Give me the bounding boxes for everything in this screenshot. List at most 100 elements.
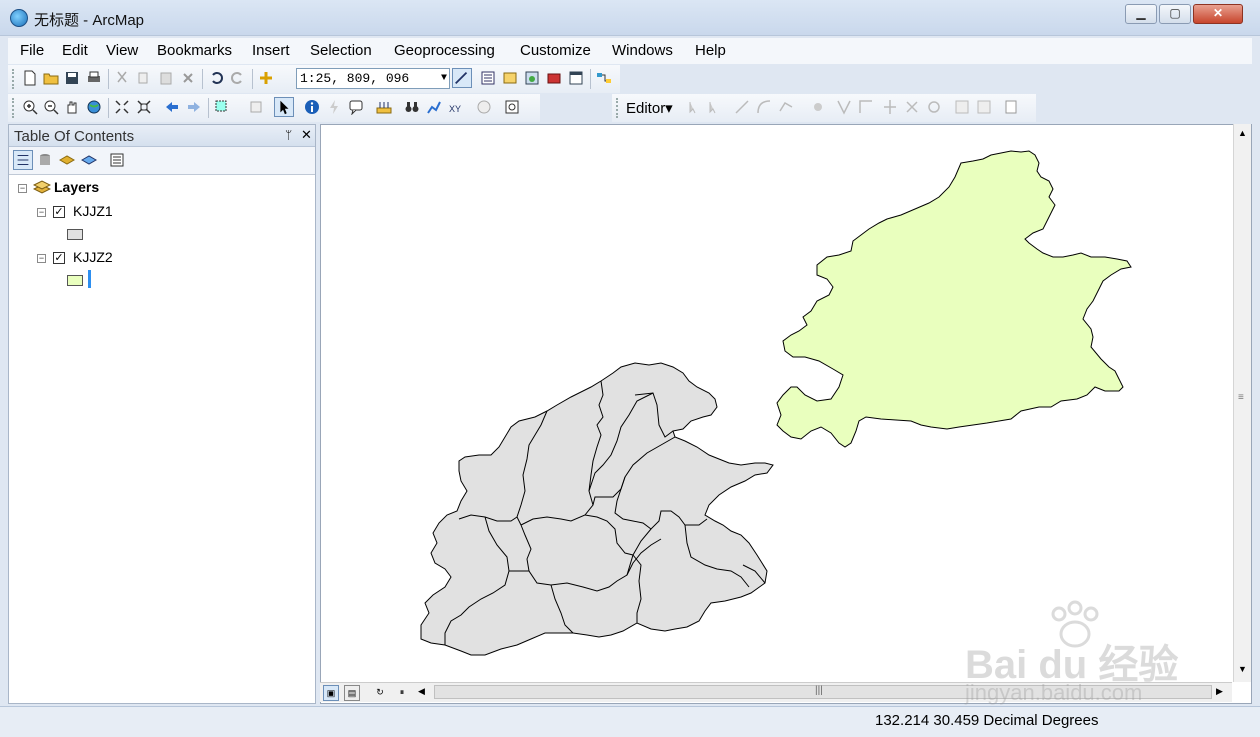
close-button[interactable]: ✕ xyxy=(1193,4,1243,24)
redo-icon[interactable] xyxy=(230,70,246,86)
select-features-icon[interactable] xyxy=(214,99,230,115)
menu-customize[interactable]: Customize xyxy=(520,42,591,59)
fixed-zoom-in-icon[interactable] xyxy=(114,99,130,115)
table-of-contents-icon[interactable] xyxy=(480,70,496,86)
layer-kjjz1-symbol[interactable] xyxy=(67,229,83,240)
full-extent-globe-icon[interactable] xyxy=(86,99,102,115)
menu-bookmarks[interactable]: Bookmarks xyxy=(157,42,232,59)
layer-kjjz1-name[interactable]: KJJZ1 xyxy=(73,203,113,219)
chevron-down-icon[interactable]: ▼ xyxy=(441,69,447,88)
arctoolbox-icon[interactable] xyxy=(546,70,562,86)
zoom-in-icon[interactable] xyxy=(22,99,38,115)
find-binoculars-icon[interactable] xyxy=(404,99,420,115)
reshape-feature-icon[interactable] xyxy=(858,99,874,115)
scroll-left-icon[interactable]: ◀ xyxy=(418,686,425,697)
new-document-icon[interactable] xyxy=(22,70,38,86)
scroll-down-icon[interactable]: ▼ xyxy=(1238,664,1247,674)
find-route-icon[interactable] xyxy=(426,99,442,115)
toolbar-grip[interactable] xyxy=(12,69,16,89)
print-icon[interactable] xyxy=(86,70,102,86)
map-display[interactable] xyxy=(320,124,1252,704)
list-by-selection-icon[interactable] xyxy=(81,152,97,168)
straight-segment-icon[interactable] xyxy=(734,99,750,115)
layer-kjjz2-checkbox[interactable]: ✓ xyxy=(53,252,65,264)
undo-icon[interactable] xyxy=(208,70,224,86)
pin-icon[interactable]: ᛘ xyxy=(285,128,292,142)
cut-polygons-icon[interactable] xyxy=(882,99,898,115)
collapse-layer-kjjz1-icon[interactable]: − xyxy=(37,208,46,217)
catalog-icon[interactable] xyxy=(502,70,518,86)
menu-view[interactable]: View xyxy=(106,42,138,59)
list-by-source-icon[interactable] xyxy=(37,152,53,168)
create-features-icon[interactable] xyxy=(1004,99,1020,115)
scroll-thumb-grip[interactable]: ≡ xyxy=(1238,392,1244,403)
magnifier-window-icon[interactable] xyxy=(504,99,520,115)
attributes-icon[interactable] xyxy=(954,99,970,115)
hyperlink-lightning-icon[interactable] xyxy=(326,99,342,115)
delete-icon[interactable] xyxy=(180,70,196,86)
editor-menu-button[interactable]: Editor▾ xyxy=(626,99,673,117)
fixed-zoom-out-icon[interactable] xyxy=(136,99,152,115)
layer-kjjz2-name[interactable]: KJJZ2 xyxy=(73,249,113,265)
toc-close-icon[interactable]: ✕ xyxy=(301,127,312,143)
measure-ruler-icon[interactable] xyxy=(376,99,392,115)
time-slider-icon[interactable] xyxy=(476,99,492,115)
kjjz1-outer-polygon[interactable] xyxy=(420,362,774,656)
vertical-scrollbar[interactable]: ▲ ≡ ▼ xyxy=(1233,124,1251,682)
rotate-tool-icon[interactable] xyxy=(926,99,942,115)
split-tool-icon[interactable] xyxy=(904,99,920,115)
modelbuilder-icon[interactable] xyxy=(596,70,612,86)
menu-help[interactable]: Help xyxy=(695,42,726,59)
editor-toolbar-icon[interactable] xyxy=(452,68,472,88)
data-view-icon[interactable]: ▣ xyxy=(323,685,339,701)
collapse-layer-kjjz2-icon[interactable]: − xyxy=(37,254,46,263)
back-arrow-icon[interactable] xyxy=(164,99,180,115)
map-scale-combo[interactable]: 1:25, 809, 096 ▼ xyxy=(296,68,450,89)
menu-geoprocessing[interactable]: Geoprocessing xyxy=(394,42,495,59)
edit-annotation-icon[interactable] xyxy=(706,99,722,115)
identify-icon[interactable] xyxy=(304,99,320,115)
scroll-right-icon[interactable]: ▶ xyxy=(1216,686,1223,697)
add-data-icon[interactable] xyxy=(258,70,274,86)
minimize-button[interactable]: ▁ xyxy=(1125,4,1157,24)
menu-insert[interactable]: Insert xyxy=(252,42,290,59)
clear-selection-icon[interactable] xyxy=(248,99,264,115)
cut-icon[interactable] xyxy=(114,70,130,86)
zoom-out-icon[interactable] xyxy=(43,99,59,115)
collapse-layers-icon[interactable]: − xyxy=(18,184,27,193)
layout-view-icon[interactable]: ▤ xyxy=(344,685,360,701)
html-popup-icon[interactable] xyxy=(348,99,364,115)
kjjz2-polygon[interactable] xyxy=(776,150,1132,448)
forward-arrow-icon[interactable] xyxy=(186,99,202,115)
search-window-icon[interactable] xyxy=(524,70,540,86)
list-by-visibility-icon[interactable] xyxy=(59,152,75,168)
copy-icon[interactable] xyxy=(136,70,152,86)
menu-windows[interactable]: Windows xyxy=(612,42,673,59)
go-to-xy-icon[interactable]: XY xyxy=(448,99,464,115)
paste-icon[interactable] xyxy=(158,70,174,86)
end-point-arc-icon[interactable] xyxy=(756,99,772,115)
select-elements-pointer-icon[interactable] xyxy=(274,97,294,117)
toolbar-grip[interactable] xyxy=(12,98,16,118)
menu-edit[interactable]: Edit xyxy=(62,42,88,59)
toolbar-grip[interactable] xyxy=(616,98,620,118)
layer-kjjz2-symbol[interactable] xyxy=(67,275,83,286)
menu-selection[interactable]: Selection xyxy=(310,42,372,59)
open-folder-icon[interactable] xyxy=(43,70,59,86)
pan-hand-icon[interactable] xyxy=(64,99,80,115)
edit-vertices-icon[interactable] xyxy=(836,99,852,115)
sketch-properties-icon[interactable] xyxy=(976,99,992,115)
python-window-icon[interactable] xyxy=(568,70,584,86)
trace-icon[interactable] xyxy=(778,99,794,115)
maximize-button[interactable]: ▢ xyxy=(1159,4,1191,24)
point-icon[interactable] xyxy=(810,99,826,115)
edit-tool-icon[interactable] xyxy=(686,99,702,115)
refresh-icon[interactable]: ↻ xyxy=(372,685,388,701)
toc-options-icon[interactable] xyxy=(109,152,125,168)
menu-file[interactable]: File xyxy=(20,42,44,59)
list-by-drawing-order-icon[interactable] xyxy=(13,150,33,170)
layers-root-label[interactable]: Layers xyxy=(54,179,99,195)
scroll-up-icon[interactable]: ▲ xyxy=(1238,128,1247,138)
pause-drawing-icon[interactable]: ⏸ xyxy=(394,685,410,701)
layer-kjjz1-checkbox[interactable]: ✓ xyxy=(53,206,65,218)
